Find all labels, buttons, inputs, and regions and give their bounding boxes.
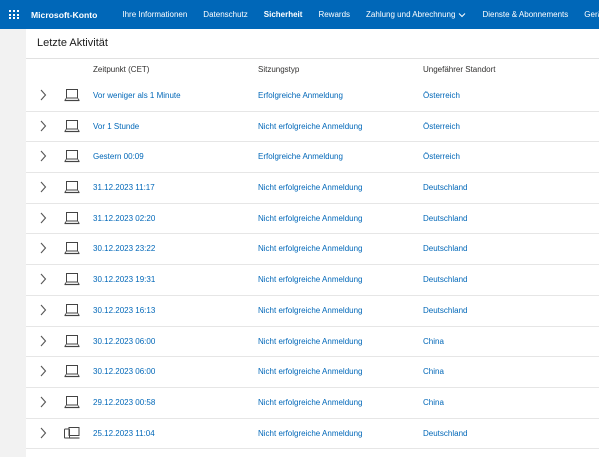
activity-location[interactable]: Österreich xyxy=(423,91,460,100)
activity-location[interactable]: Deutschland xyxy=(423,214,467,223)
activity-session-type[interactable]: Nicht erfolgreiche Anmeldung xyxy=(258,306,363,315)
activity-session-type[interactable]: Nicht erfolgreiche Anmeldung xyxy=(258,275,363,284)
activity-time[interactable]: 25.12.2023 11:04 xyxy=(93,429,155,438)
activity-session-type[interactable]: Nicht erfolgreiche Anmeldung xyxy=(258,337,363,346)
brand-link[interactable]: Microsoft-Konto xyxy=(28,10,106,20)
activity-location[interactable]: China xyxy=(423,398,444,407)
activity-session-type[interactable]: Nicht erfolgreiche Anmeldung xyxy=(258,122,363,131)
table-row[interactable]: Gestern 00:09 Erfolgreiche Anmeldung Öster… xyxy=(26,142,599,174)
activity-time[interactable]: 30.12.2023 06:00 xyxy=(93,337,155,346)
table-row[interactable]: Vor 1 Stunde Nicht erfolgreiche Anmeldung… xyxy=(26,112,599,143)
laptop-icon xyxy=(64,241,80,255)
chevron-right-icon[interactable] xyxy=(38,149,48,163)
column-header-location: Ungefährer Standort xyxy=(423,65,496,74)
laptop-icon xyxy=(64,88,80,102)
activity-location[interactable]: Deutschland xyxy=(423,306,467,315)
table-row[interactable]: 30.12.2023 16:13 Nicht erfolgreiche Anmel… xyxy=(26,296,599,327)
column-header-session-type: Sitzungstyp xyxy=(258,65,300,74)
activity-session-type[interactable]: Nicht erfolgreiche Anmeldung xyxy=(258,398,363,407)
activity-location[interactable]: China xyxy=(423,367,444,376)
table-row[interactable]: 31.12.2023 11:17 Nicht erfolgreiche Anmel… xyxy=(26,173,599,204)
activity-session-type[interactable]: Nicht erfolgreiche Anmeldung xyxy=(258,214,363,223)
activity-time[interactable]: Vor weniger als 1 Minute xyxy=(93,91,181,100)
app-launcher-icon[interactable] xyxy=(0,0,28,29)
activity-session-type[interactable]: Nicht erfolgreiche Anmeldung xyxy=(258,183,363,192)
laptop-icon xyxy=(64,395,80,409)
top-navigation-bar: Microsoft-Konto Ihre Informationen Daten… xyxy=(0,0,599,29)
nav-rewards[interactable]: Rewards xyxy=(310,10,358,19)
activity-list: Vor weniger als 1 Minute Erfolgreiche Anm… xyxy=(26,81,599,450)
recent-activity-panel: Letzte Aktivität Zeitpunkt (CET) Sitzung… xyxy=(26,29,599,457)
table-row[interactable]: 30.12.2023 06:00 Nicht erfolgreiche Anmel… xyxy=(26,327,599,358)
chevron-right-icon[interactable] xyxy=(38,334,48,348)
activity-session-type[interactable]: Nicht erfolgreiche Anmeldung xyxy=(258,429,363,438)
activity-location[interactable]: Österreich xyxy=(423,122,460,131)
nav-zahlung-und-abrechnung[interactable]: Zahlung und Abrechnung xyxy=(358,10,474,19)
activity-session-type[interactable]: Erfolgreiche Anmeldung xyxy=(258,91,343,100)
activity-time[interactable]: 30.12.2023 06:00 xyxy=(93,367,155,376)
nav-geraete[interactable]: Geräte xyxy=(576,10,599,19)
activity-time[interactable]: Vor 1 Stunde xyxy=(93,122,139,131)
chevron-right-icon[interactable] xyxy=(38,395,48,409)
activity-location[interactable]: Deutschland xyxy=(423,244,467,253)
column-header-time: Zeitpunkt (CET) xyxy=(93,65,150,74)
laptop-icon xyxy=(64,303,80,317)
chevron-right-icon[interactable] xyxy=(38,426,48,440)
laptop-icon xyxy=(64,180,80,194)
chevron-down-icon xyxy=(459,12,466,17)
activity-location[interactable]: Deutschland xyxy=(423,183,467,192)
activity-time[interactable]: 31.12.2023 11:17 xyxy=(93,183,155,192)
chevron-right-icon[interactable] xyxy=(38,303,48,317)
chevron-right-icon[interactable] xyxy=(38,364,48,378)
title-divider xyxy=(26,58,599,59)
activity-location[interactable]: Deutschland xyxy=(423,429,467,438)
nav-sicherheit[interactable]: Sicherheit xyxy=(256,10,311,19)
activity-session-type[interactable]: Erfolgreiche Anmeldung xyxy=(258,152,343,161)
chevron-right-icon[interactable] xyxy=(38,211,48,225)
table-row[interactable]: 30.12.2023 06:00 Nicht erfolgreiche Anmel… xyxy=(26,357,599,388)
table-row[interactable]: 30.12.2023 19:31 Nicht erfolgreiche Anmel… xyxy=(26,265,599,296)
activity-session-type[interactable]: Nicht erfolgreiche Anmeldung xyxy=(258,367,363,376)
table-row[interactable]: Vor weniger als 1 Minute Erfolgreiche Anm… xyxy=(26,81,599,112)
activity-time[interactable]: 30.12.2023 19:31 xyxy=(93,275,155,284)
laptop-icon xyxy=(64,272,80,286)
table-row[interactable]: 31.12.2023 02:20 Nicht erfolgreiche Anmel… xyxy=(26,204,599,235)
nav-zahlung-label: Zahlung und Abrechnung xyxy=(366,10,456,19)
chevron-right-icon[interactable] xyxy=(38,180,48,194)
activity-time[interactable]: 31.12.2023 02:20 xyxy=(93,214,155,223)
page-title: Letzte Aktivität xyxy=(37,37,108,49)
activity-time[interactable]: 30.12.2023 16:13 xyxy=(93,306,155,315)
chevron-right-icon[interactable] xyxy=(38,88,48,102)
table-header: Zeitpunkt (CET) Sitzungstyp Ungefährer S… xyxy=(26,61,599,79)
chevron-right-icon[interactable] xyxy=(38,241,48,255)
nav-datenschutz[interactable]: Datenschutz xyxy=(195,10,255,19)
devices-icon xyxy=(64,426,80,440)
activity-location[interactable]: Deutschland xyxy=(423,275,467,284)
laptop-icon xyxy=(64,334,80,348)
activity-time[interactable]: 29.12.2023 00:58 xyxy=(93,398,155,407)
laptop-icon xyxy=(64,211,80,225)
laptop-icon xyxy=(64,149,80,163)
table-row[interactable]: 29.12.2023 00:58 Nicht erfolgreiche Anmel… xyxy=(26,388,599,419)
laptop-icon xyxy=(64,364,80,378)
chevron-right-icon[interactable] xyxy=(38,272,48,286)
activity-location[interactable]: China xyxy=(423,337,444,346)
activity-location[interactable]: Österreich xyxy=(423,152,460,161)
nav-ihre-informationen[interactable]: Ihre Informationen xyxy=(114,10,195,19)
activity-session-type[interactable]: Nicht erfolgreiche Anmeldung xyxy=(258,244,363,253)
table-row[interactable]: 30.12.2023 23:22 Nicht erfolgreiche Anmel… xyxy=(26,234,599,266)
table-row[interactable]: 25.12.2023 11:04 Nicht erfolgreiche Anmel… xyxy=(26,419,599,450)
activity-time[interactable]: Gestern 00:09 xyxy=(93,152,144,161)
chevron-right-icon[interactable] xyxy=(38,119,48,133)
laptop-icon xyxy=(64,119,80,133)
nav-dienste-abonnements[interactable]: Dienste & Abonnements xyxy=(474,10,576,19)
activity-time[interactable]: 30.12.2023 23:22 xyxy=(93,244,155,253)
